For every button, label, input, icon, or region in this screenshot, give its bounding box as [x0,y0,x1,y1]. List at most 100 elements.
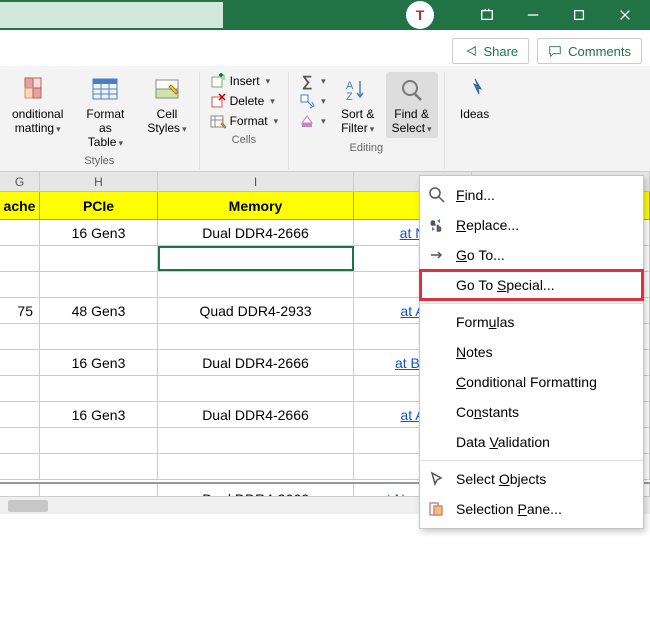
hdr-pcie[interactable]: PCIe [40,192,158,219]
so-label: Select Objects [456,471,546,487]
chevron-down-icon: ▾ [321,96,326,107]
chevron-down-icon: ▾ [182,124,187,134]
scrollbar-thumb[interactable] [8,500,48,512]
menu-conditional-formatting[interactable]: Conditional Formatting [420,367,643,397]
notes-label: Notes [456,344,493,360]
menu-formulas[interactable]: Formulas [420,307,643,337]
maximize-button[interactable] [556,0,602,30]
conditional-formatting-button[interactable]: onditional matting▾ [6,72,69,138]
chevron-down-icon: ▾ [370,124,375,134]
user-avatar[interactable]: T [406,1,434,29]
menu-select-objects[interactable]: Select Objects [420,464,643,494]
dv-label: Data Validation [456,434,550,450]
svg-text:a: a [431,220,435,227]
menu-find[interactable]: Find... [420,180,643,210]
search-icon [426,184,448,206]
ribbon-group-styles: onditional matting▾ Format as Table▾ Cel… [0,72,199,169]
find-label: Find... [456,187,495,203]
ideas-button[interactable]: Ideas [451,72,499,124]
cs-line1: Cell [157,108,178,122]
format-icon [210,113,226,129]
fill-button[interactable]: ▾ [295,92,330,110]
col-header-g[interactable]: G [0,172,40,191]
fat-line1: Format as [79,108,131,136]
delete-button[interactable]: Delete ▾ [206,92,279,110]
sf-line1: Sort & [341,108,374,122]
share-bar: Share Comments [0,30,650,66]
cursor-icon [426,468,448,490]
format-label: Format [230,114,268,128]
clear-button[interactable]: ▾ [295,112,330,130]
cs-line2: Styles [147,121,180,135]
insert-label: Insert [230,74,260,88]
selection-pane-icon [426,498,448,520]
blank-icon [426,274,448,296]
sort-filter-button[interactable]: AZ Sort & Filter▾ [334,72,382,138]
ribbon-group-editing: ∑ ▾ ▾ ▾ AZ Sort & Filter▾ [288,72,443,169]
insert-button[interactable]: Insert ▾ [206,72,275,90]
fs-line2: Select [392,121,425,135]
delete-icon [210,93,226,109]
chevron-down-icon: ▾ [118,138,123,148]
find-select-button[interactable]: Find & Select▾ [386,72,438,138]
chevron-down-icon: ▾ [321,116,326,127]
delete-label: Delete [230,94,265,108]
chevron-down-icon: ▾ [266,76,271,87]
blank-icon [426,431,448,453]
sp-label: Selection Pane... [456,501,562,517]
find-select-icon [396,74,428,106]
share-icon [463,44,477,58]
cells-group-label: Cells [232,130,256,148]
menu-goto-special[interactable]: Go To Special... [420,270,643,300]
cell-styles-button[interactable]: Cell Styles▾ [141,72,192,138]
menu-separator [420,303,643,304]
formulas-label: Formulas [456,314,514,330]
col-header-h[interactable]: H [40,172,158,191]
replace-icon: ab [426,214,448,236]
blank-icon [426,311,448,333]
sort-filter-icon: AZ [342,74,374,106]
chevron-down-icon: ▾ [56,124,61,134]
ribbon-group-ideas: Ideas [444,72,505,169]
menu-constants[interactable]: Constants [420,397,643,427]
active-cell[interactable] [158,246,354,271]
close-button[interactable] [602,0,648,30]
name-box[interactable] [0,2,223,28]
chevron-down-icon: ▾ [321,76,326,87]
minimize-button[interactable] [510,0,556,30]
fat-line2: Table [88,135,117,149]
goto-label: Go To... [456,247,505,263]
cf-line2: matting [15,121,54,135]
svg-text:Z: Z [346,91,353,103]
format-as-table-icon [89,74,121,106]
replace-label: Replace... [456,217,519,233]
hdr-memory[interactable]: Memory [158,192,354,219]
minimize-icon [526,8,540,22]
comments-button[interactable]: Comments [537,38,642,64]
ribbon-group-cells: Insert ▾ Delete ▾ Format ▾ Cells [199,72,289,169]
blank-icon [426,371,448,393]
menu-data-validation[interactable]: Data Validation [420,427,643,457]
fill-icon [299,93,315,109]
autosum-button[interactable]: ∑ ▾ [295,72,330,90]
col-header-i[interactable]: I [158,172,354,191]
menu-separator [420,460,643,461]
chevron-down-icon: ▾ [274,116,279,127]
hdr-cache[interactable]: ache [0,192,40,219]
format-button[interactable]: Format ▾ [206,112,283,130]
ribbon-display-options-button[interactable] [464,0,510,30]
cf-line1: onditional [12,108,63,122]
share-button[interactable]: Share [452,38,529,64]
title-bar: T [0,0,650,30]
menu-notes[interactable]: Notes [420,337,643,367]
menu-replace[interactable]: ab Replace... [420,210,643,240]
comments-label: Comments [568,44,631,59]
format-as-table-button[interactable]: Format as Table▾ [73,72,137,151]
cf-label: Conditional Formatting [456,374,597,390]
sf-line2: Filter [341,121,368,135]
comments-icon [548,44,562,58]
menu-selection-pane[interactable]: Selection Pane... [420,494,643,524]
blank-icon [426,341,448,363]
goto-icon [426,244,448,266]
menu-goto[interactable]: Go To... [420,240,643,270]
